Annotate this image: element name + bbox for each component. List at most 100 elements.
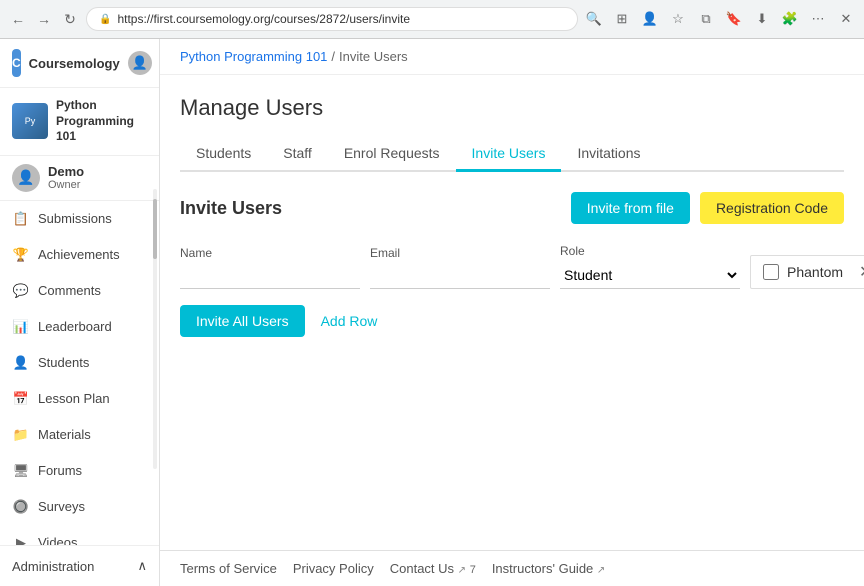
tabs: Students Staff Enrol Requests Invite Use… <box>180 137 844 172</box>
sidebar-item-comments[interactable]: 💬 Comments <box>0 273 159 309</box>
grid-icon[interactable]: ⊞ <box>612 9 632 29</box>
breadcrumb-separator: / <box>331 49 335 64</box>
materials-icon: 📁 <box>12 426 30 444</box>
sidebar-item-lesson-plan[interactable]: 📅 Lesson Plan <box>0 381 159 417</box>
sidebar-item-label: Materials <box>38 427 91 442</box>
email-field-col: Email <box>370 246 550 289</box>
name-label: Name <box>180 246 360 260</box>
header-buttons: Invite from file Registration Code <box>571 192 844 224</box>
footer-instructors-guide-link[interactable]: Instructors' Guide ↗ <box>492 561 605 576</box>
registration-code-button[interactable]: Registration Code <box>700 192 844 224</box>
footer-terms-label: Terms of Service <box>180 561 277 576</box>
footer: Terms of Service Privacy Policy Contact … <box>160 550 864 586</box>
user-role: Owner <box>48 179 84 191</box>
tab-invitations[interactable]: Invitations <box>561 137 656 172</box>
role-select-wrapper: Role Student Observer Staff Teaching Ass… <box>560 244 740 289</box>
extension-icon[interactable]: 🧩 <box>780 9 800 29</box>
breadcrumb: Python Programming 101 / Invite Users <box>160 39 864 75</box>
sidebar-item-surveys[interactable]: 🔘 Surveys <box>0 489 159 525</box>
search-icon[interactable]: 🔍 <box>584 9 604 29</box>
back-button[interactable]: ← <box>8 9 28 29</box>
lesson-plan-icon: 📅 <box>12 390 30 408</box>
invite-all-users-button[interactable]: Invite All Users <box>180 305 305 337</box>
browser-toolbar: ← → ↻ 🔒 https://first.coursemology.org/c… <box>0 0 864 38</box>
phantom-close-button[interactable]: ✕ <box>859 262 864 282</box>
sidebar-scrollbar[interactable] <box>153 189 157 469</box>
footer-contact-link[interactable]: Contact Us ↗ 7 <box>390 561 476 576</box>
comments-icon: 💬 <box>12 282 30 300</box>
sidebar-nav: 📋 Submissions 🏆 Achievements 💬 Comments … <box>0 201 159 545</box>
submissions-icon: 📋 <box>12 210 30 228</box>
sidebar-item-label: Videos <box>38 535 78 545</box>
refresh-button[interactable]: ↻ <box>60 9 80 29</box>
sidebar-item-label: Achievements <box>38 247 120 262</box>
phantom-row: Phantom ✕ <box>750 255 864 289</box>
sidebar-item-label: Leaderboard <box>38 319 112 334</box>
sidebar-item-label: Comments <box>38 283 101 298</box>
brand-name: Coursemology <box>29 56 120 71</box>
role-label: Role <box>560 244 740 258</box>
address-bar[interactable]: 🔒 https://first.coursemology.org/courses… <box>86 7 578 31</box>
admin-header[interactable]: Administration ∧ <box>12 554 147 578</box>
footer-contact-label: Contact Us <box>390 561 454 576</box>
main-content: Python Programming 101 / Invite Users Ma… <box>160 39 864 586</box>
sidebar: C Coursemology 👤 Py Python Programming 1… <box>0 39 160 586</box>
invite-form-row: Name Email Role Student Observer Staff T… <box>180 244 844 289</box>
sidebar-item-materials[interactable]: 📁 Materials <box>0 417 159 453</box>
forward-button[interactable]: → <box>34 9 54 29</box>
sidebar-item-videos[interactable]: ▶ Videos <box>0 525 159 545</box>
phantom-label: Phantom <box>787 264 843 280</box>
content-area: Manage Users Students Staff Enrol Reques… <box>160 75 864 550</box>
tab-staff[interactable]: Staff <box>267 137 328 172</box>
sidebar-item-label: Surveys <box>38 499 85 514</box>
achievements-icon: 🏆 <box>12 246 30 264</box>
star-icon[interactable]: ☆ <box>668 9 688 29</box>
sidebar-item-forums[interactable]: 🖥 Forums <box>0 453 159 489</box>
course-thumbnail: Py <box>12 103 48 139</box>
name-field-col: Name <box>180 246 360 289</box>
breadcrumb-current: Invite Users <box>339 49 408 64</box>
role-select[interactable]: Student Observer Staff Teaching Assistan… <box>560 262 740 289</box>
contact-external-icon: ↗ <box>458 565 466 576</box>
sidebar-item-leaderboard[interactable]: 📊 Leaderboard <box>0 309 159 345</box>
videos-icon: ▶ <box>12 534 30 545</box>
close-icon[interactable]: ✕ <box>836 9 856 29</box>
invite-users-section-header: Invite Users Invite from file Registrati… <box>180 192 844 224</box>
sidebar-item-students[interactable]: 👤 Students <box>0 345 159 381</box>
brand-avatar[interactable]: 👤 <box>128 51 152 75</box>
sidebar-course[interactable]: Py Python Programming 101 <box>0 88 159 156</box>
lock-icon: 🔒 <box>99 14 111 25</box>
sidebar-header: C Coursemology 👤 <box>0 39 159 88</box>
page-title: Manage Users <box>180 95 844 121</box>
email-input[interactable] <box>370 264 550 289</box>
sidebar-item-label: Students <box>38 355 89 370</box>
name-input[interactable] <box>180 264 360 289</box>
action-buttons: Invite All Users Add Row <box>180 305 844 337</box>
phantom-checkbox[interactable] <box>763 264 779 280</box>
sidebar-item-achievements[interactable]: 🏆 Achievements <box>0 237 159 273</box>
sidebar-item-submissions[interactable]: 📋 Submissions <box>0 201 159 237</box>
split-icon[interactable]: ⧉ <box>696 9 716 29</box>
add-row-button[interactable]: Add Row <box>321 313 378 329</box>
download-icon[interactable]: ⬇ <box>752 9 772 29</box>
footer-privacy-link[interactable]: Privacy Policy <box>293 561 374 576</box>
tab-invite-users[interactable]: Invite Users <box>456 137 562 172</box>
bookmark-icon[interactable]: 🔖 <box>724 9 744 29</box>
footer-terms-link[interactable]: Terms of Service <box>180 561 277 576</box>
footer-privacy-label: Privacy Policy <box>293 561 374 576</box>
email-label: Email <box>370 246 550 260</box>
breadcrumb-course-link[interactable]: Python Programming 101 <box>180 49 327 64</box>
browser-chrome: ← → ↻ 🔒 https://first.coursemology.org/c… <box>0 0 864 39</box>
contact-badge: 7 <box>470 564 476 576</box>
sidebar-scroll-thumb <box>153 199 157 259</box>
admin-label: Administration <box>12 559 94 574</box>
admin-chevron-icon: ∧ <box>137 558 147 574</box>
app-container: C Coursemology 👤 Py Python Programming 1… <box>0 39 864 586</box>
profile-icon[interactable]: 👤 <box>640 9 660 29</box>
tab-students[interactable]: Students <box>180 137 267 172</box>
forums-icon: 🖥 <box>12 462 30 480</box>
leaderboard-icon: 📊 <box>12 318 30 336</box>
more-icon[interactable]: ⋯ <box>808 9 828 29</box>
invite-from-file-button[interactable]: Invite from file <box>571 192 690 224</box>
tab-enrol-requests[interactable]: Enrol Requests <box>328 137 456 172</box>
